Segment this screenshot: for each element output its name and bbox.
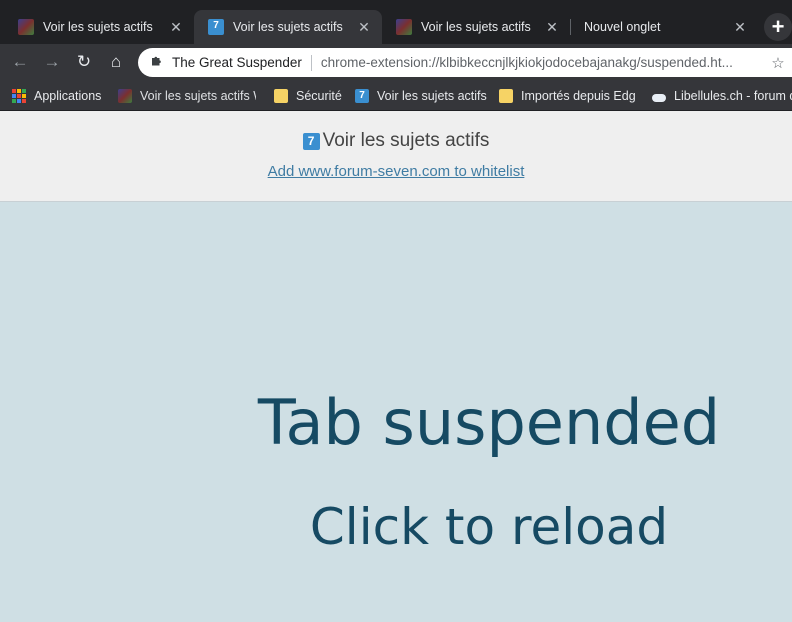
whitelist-link[interactable]: Add www.forum-seven.com to whitelist <box>0 163 792 180</box>
bookmark-forum-six[interactable]: Voir les sujets actifs W <box>118 86 256 106</box>
new-tab-button[interactable]: + <box>764 13 792 41</box>
bookmark-applications[interactable]: Applications <box>12 86 112 106</box>
bookmark-label: Voir les sujets actifs W <box>140 89 256 103</box>
close-tab-icon[interactable]: ✕ <box>544 19 560 36</box>
bookmark-forum-seven[interactable]: 7 Voir les sujets actifs <box>355 86 490 106</box>
tab-new-tab[interactable]: Nouvel onglet ✕ <box>570 10 758 44</box>
close-tab-icon[interactable]: ✕ <box>356 19 372 36</box>
site-name: The Great Suspender <box>172 55 302 70</box>
forum-six-favicon <box>18 19 34 35</box>
suspended-header: 7 Voir les sujets actifs Add www.forum-s… <box>0 111 792 202</box>
tab-suspended-heading[interactable]: Tab suspended <box>0 386 792 459</box>
page-title-text: Voir les sujets actifs <box>322 130 490 151</box>
omnibox-divider <box>310 54 312 71</box>
home-button[interactable]: ⌂ <box>104 50 128 74</box>
tab-strip: Voir les sujets actifs ✕ 7 Voir les suje… <box>0 0 792 44</box>
bookmark-libellules[interactable]: Libellules.ch - forum d <box>652 86 792 106</box>
forum-seven-favicon: 7 <box>302 132 320 150</box>
bookmark-folder-securite[interactable]: Sécurité <box>274 86 344 106</box>
bookmark-label: Applications <box>34 89 102 103</box>
puzzle-icon <box>150 55 164 70</box>
bookmark-folder-edge[interactable]: Importés depuis Edge <box>499 86 636 106</box>
apps-grid-icon <box>12 89 26 103</box>
tab-forum-seven-active[interactable]: 7 Voir les sujets actifs ✕ <box>194 10 382 44</box>
bookmark-label: Importés depuis Edge <box>521 89 636 103</box>
forum-seven-favicon: 7 <box>208 19 224 35</box>
folder-icon <box>499 89 513 103</box>
forum-seven-favicon: 7 <box>355 89 369 103</box>
bookmark-label: Sécurité <box>296 89 342 103</box>
folder-icon <box>274 89 288 103</box>
browser-toolbar: ← → ↻ ⌂ The Great Suspender chrome-exten… <box>0 44 792 80</box>
address-bar[interactable]: The Great Suspender chrome-extension://k… <box>138 48 792 77</box>
libellules-favicon <box>652 93 666 102</box>
close-tab-icon[interactable]: ✕ <box>168 19 184 36</box>
tab-title: Voir les sujets actifs <box>233 20 343 34</box>
bookmark-label: Voir les sujets actifs <box>377 89 487 103</box>
forum-six-favicon <box>396 19 412 35</box>
url-text[interactable]: chrome-extension://klbibkeccnjlkjkiokjod… <box>321 55 764 70</box>
bookmark-label: Libellules.ch - forum d <box>674 89 792 103</box>
tab-forum-six-1[interactable]: Voir les sujets actifs ✕ <box>4 10 194 44</box>
close-tab-icon[interactable]: ✕ <box>732 19 748 36</box>
forward-button[interactable]: → <box>40 50 64 74</box>
tab-title: Voir les sujets actifs <box>421 20 531 34</box>
bookmarks-bar: Applications Voir les sujets actifs W Sé… <box>0 80 792 111</box>
forum-six-favicon <box>118 89 132 103</box>
tab-title: Nouvel onglet <box>584 20 661 34</box>
bookmark-star-icon[interactable]: ☆ <box>764 54 792 72</box>
suspended-page-title: 7 Voir les sujets actifs <box>0 130 792 152</box>
back-button[interactable]: ← <box>8 50 32 74</box>
click-to-reload-text[interactable]: Click to reload <box>0 498 792 556</box>
tab-title: Voir les sujets actifs <box>43 20 153 34</box>
tab-forum-six-2[interactable]: Voir les sujets actifs ✕ <box>382 10 570 44</box>
reload-button[interactable]: ↻ <box>72 50 96 74</box>
